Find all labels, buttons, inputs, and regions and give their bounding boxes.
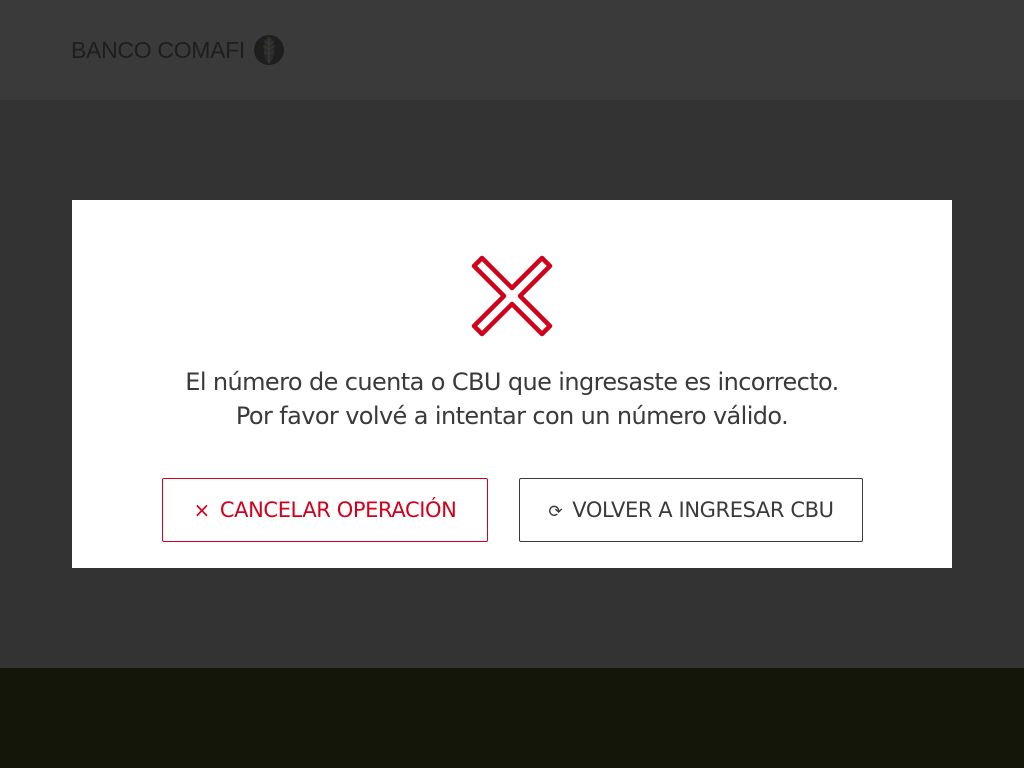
error-message: El número de cuenta o CBU que ingresaste…: [72, 365, 952, 433]
cancel-operation-button[interactable]: × CANCELAR OPERACIÓN: [162, 478, 488, 542]
error-message-line-2: Por favor volvé a intentar con un número…: [235, 402, 789, 430]
close-icon: ×: [193, 498, 211, 522]
error-x-icon: [471, 255, 553, 337]
refresh-icon: ⟳: [548, 501, 563, 522]
error-dialog: El número de cuenta o CBU que ingresaste…: [72, 200, 952, 568]
reenter-cbu-button[interactable]: ⟳ VOLVER A INGRESAR CBU: [519, 478, 863, 542]
footer: [0, 668, 1024, 768]
error-message-line-1: El número de cuenta o CBU que ingresaste…: [185, 368, 839, 396]
header: BANCO COMAFI: [0, 0, 1024, 100]
comafi-leaf-icon: [254, 35, 285, 65]
bank-logo: BANCO COMAFI: [71, 33, 285, 67]
cancel-operation-label: CANCELAR OPERACIÓN: [219, 498, 457, 522]
logo-text: BANCO COMAFI: [71, 36, 246, 63]
reenter-cbu-label: VOLVER A INGRESAR CBU: [572, 498, 834, 522]
